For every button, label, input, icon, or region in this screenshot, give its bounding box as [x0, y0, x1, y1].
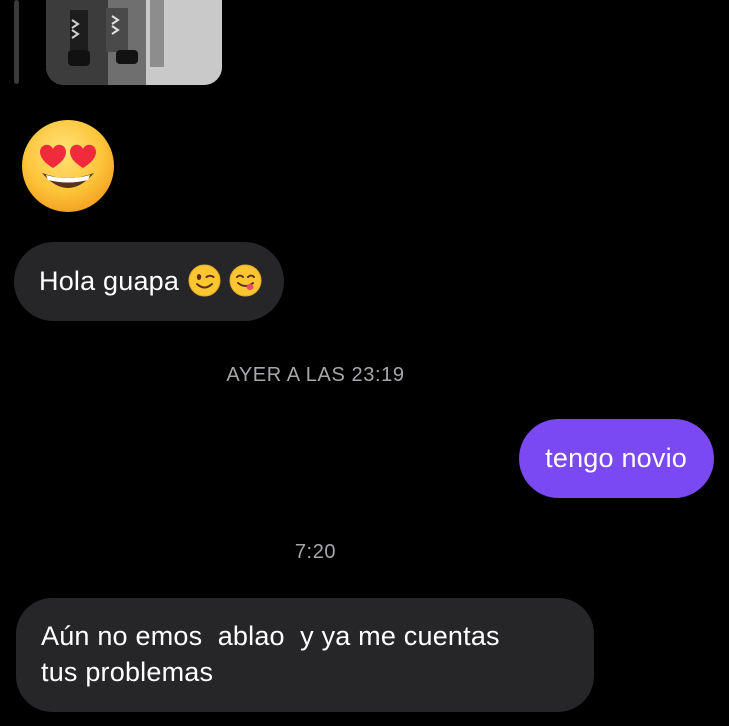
winking-face-emoji-icon	[188, 264, 221, 297]
heart-eyes-emoji-icon	[20, 118, 116, 214]
message-text: Hola guapa	[39, 266, 180, 296]
message-text-line: Aún no emos ablao y ya me cuentas	[41, 621, 500, 651]
message-bubble-incoming[interactable]: Aún no emos ablao y ya me cuentas tus pr…	[16, 598, 594, 712]
message-bubble-incoming[interactable]: Hola guapa	[14, 242, 285, 321]
message-bubble-outgoing[interactable]: tengo novio	[519, 419, 714, 498]
timestamp-divider: AYER A LAS 23:19	[226, 364, 405, 386]
photo-icon	[46, 0, 222, 85]
shared-photo-thumbnail[interactable]	[46, 0, 222, 85]
message-text-line: tus problemas	[41, 657, 214, 687]
face-savoring-food-emoji-icon	[229, 264, 262, 297]
timestamp-divider: 7:20	[294, 541, 337, 563]
message-text: tengo novio	[545, 443, 687, 473]
reply-indicator-line	[14, 0, 19, 84]
